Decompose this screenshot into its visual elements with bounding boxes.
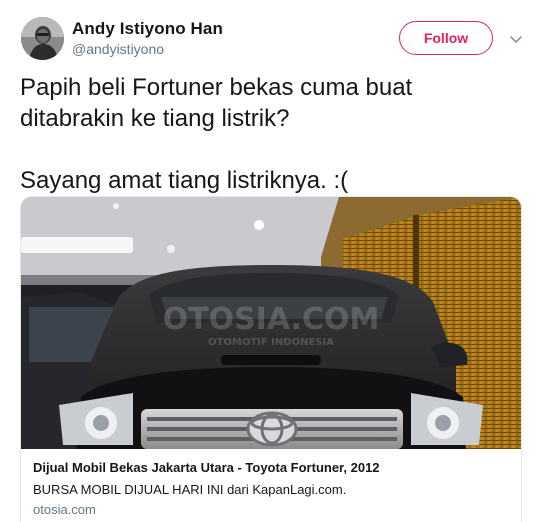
tweet-text-line: Papih beli Fortuner bekas cuma buat: [20, 74, 413, 101]
link-card[interactable]: OTOSIA.COM OTOMOTIF INDONESIA Dijual Mob…: [20, 196, 522, 522]
card-body[interactable]: Dijual Mobil Bekas Jakarta Utara - Toyot…: [21, 449, 521, 522]
car-photo: OTOSIA.COM OTOMOTIF INDONESIA: [21, 197, 521, 449]
card-description: BURSA MOBIL DIJUAL HARI INI dari KapanLa…: [33, 482, 347, 497]
follow-button[interactable]: Follow: [399, 21, 493, 55]
watermark-text: OTOSIA.COM: [163, 302, 380, 337]
tweet: Andy Istiyono Han @andyistiyono Follow P…: [0, 0, 540, 522]
card-image[interactable]: OTOSIA.COM OTOMOTIF INDONESIA: [21, 197, 521, 449]
chevron-down-icon[interactable]: [506, 29, 526, 49]
avatar-photo: [21, 17, 64, 60]
avatar[interactable]: [21, 17, 64, 60]
tweet-text-line: Sayang amat tiang listriknya. :(: [20, 167, 349, 194]
card-domain[interactable]: otosia.com: [33, 502, 96, 517]
watermark-subtext: OTOMOTIF INDONESIA: [208, 337, 334, 348]
tweet-text-line: ditabrakin ke tiang listrik?: [20, 105, 290, 132]
author-name[interactable]: Andy Istiyono Han: [72, 19, 223, 39]
author-handle[interactable]: @andyistiyono: [72, 41, 164, 57]
tweet-text: Papih beli Fortuner bekas cuma buat dita…: [20, 72, 520, 196]
card-title[interactable]: Dijual Mobil Bekas Jakarta Utara - Toyot…: [33, 460, 380, 475]
